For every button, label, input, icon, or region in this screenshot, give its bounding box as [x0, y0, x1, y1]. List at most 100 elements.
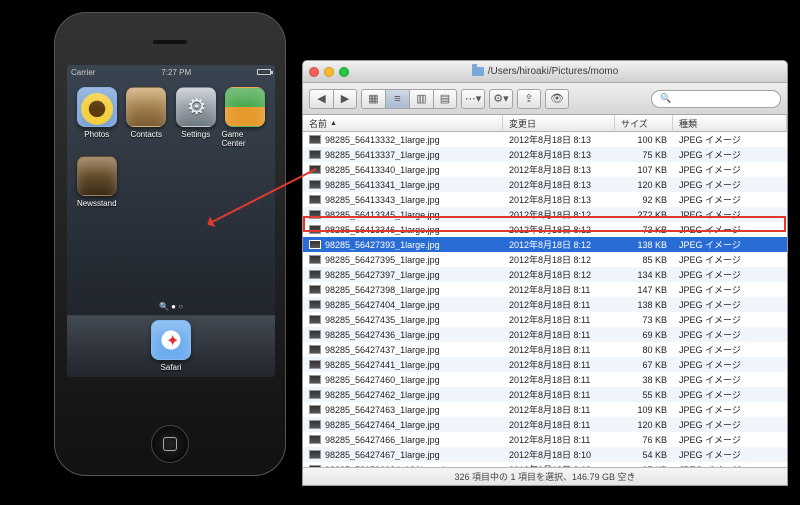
file-thumb-icon — [309, 225, 321, 234]
app-safari[interactable]: Safari — [151, 320, 191, 372]
table-row[interactable]: 98285_56413332_1large.jpg2012年8月18日 8:13… — [303, 132, 787, 147]
table-row[interactable]: 98285_56427463_1large.jpg2012年8月18日 8:11… — [303, 402, 787, 417]
table-row[interactable]: 98285_56413340_1large.jpg2012年8月18日 8:13… — [303, 162, 787, 177]
table-row[interactable]: 98285_56413341_1large.jpg2012年8月18日 8:13… — [303, 177, 787, 192]
view-icons-button[interactable]: ▦ — [361, 89, 385, 109]
app-photos[interactable]: Photos — [73, 87, 121, 148]
table-row[interactable]: 98285_56427435_1large.jpg2012年8月18日 8:11… — [303, 312, 787, 327]
table-row[interactable]: 98285_56427441_1large.jpg 2012年8月18日 8:11… — [303, 357, 787, 372]
table-row[interactable]: 98285_56427466_1large.jpg2012年8月18日 8:11… — [303, 432, 787, 447]
titlebar[interactable]: /Users/hiroaki/Pictures/momo — [303, 61, 787, 83]
file-thumb-icon — [309, 240, 321, 249]
app-label: Contacts — [130, 130, 162, 139]
table-row[interactable]: 98285_56413343_1large.jpg2012年8月18日 8:13… — [303, 192, 787, 207]
file-list[interactable]: 98285_56413332_1large.jpg2012年8月18日 8:13… — [303, 132, 787, 467]
app-label: Settings — [181, 130, 210, 139]
file-kind: JPEG イメージ — [673, 178, 787, 191]
table-row[interactable]: 98285_56427437_1large.jpg2012年8月18日 8:11… — [303, 342, 787, 357]
view-coverflow-button[interactable]: ▤ — [433, 89, 457, 109]
file-size: 73 KB — [615, 315, 673, 325]
table-row[interactable]: 98285_56427462_1large.jpg2012年8月18日 8:11… — [303, 387, 787, 402]
column-kind[interactable]: 種類 — [673, 115, 787, 132]
quicklook-button[interactable]: 👁 — [545, 89, 569, 109]
app-label: Game Center — [222, 130, 270, 148]
home-button[interactable] — [151, 425, 189, 463]
status-time: 7:27 PM — [161, 68, 191, 77]
app-settings[interactable]: Settings — [172, 87, 220, 148]
table-row[interactable]: 98285_56427460_1large.jpg2012年8月18日 8:11… — [303, 372, 787, 387]
file-name: 98285_56427404_1large.jpg — [325, 300, 440, 310]
file-thumb-icon — [309, 285, 321, 294]
iphone-simulator: Carrier 7:27 PM Photos Contacts Settings… — [54, 12, 286, 476]
file-thumb-icon — [309, 135, 321, 144]
file-kind: JPEG イメージ — [673, 298, 787, 311]
table-row[interactable]: 98285_56427395_1large.jpg2012年8月18日 8:12… — [303, 252, 787, 267]
file-kind: JPEG イメージ — [673, 193, 787, 206]
file-name: 98285_56427466_1large.jpg — [325, 435, 440, 445]
file-modified: 2012年8月18日 8:11 — [503, 403, 615, 416]
table-row[interactable]: 98285_56413345_1large.jpg2012年8月18日 8:12… — [303, 207, 787, 222]
file-name: 98285_56427436_1large.jpg — [325, 330, 440, 340]
column-size[interactable]: サイズ — [615, 115, 673, 132]
table-row[interactable]: 98285_56427393_1large.jpg2012年8月18日 8:12… — [303, 237, 787, 252]
column-modified[interactable]: 変更日 — [503, 115, 615, 132]
file-size: 73 KB — [615, 225, 673, 235]
search-icon: 🔍 — [660, 93, 671, 104]
app-label: Newsstand — [77, 199, 117, 208]
file-kind: JPEG イメージ — [673, 283, 787, 296]
table-row[interactable]: 98285_56427404_1large.jpg2012年8月18日 8:11… — [303, 297, 787, 312]
share-button[interactable]: ⇪ — [517, 89, 541, 109]
file-modified: 2012年8月18日 8:13 — [503, 163, 615, 176]
sort-indicator-icon: ▲ — [330, 120, 337, 127]
table-row[interactable]: 98285_56427398_1large.jpg2012年8月18日 8:11… — [303, 282, 787, 297]
file-name: 98285_56427437_1large.jpg — [325, 345, 440, 355]
game-center-icon — [225, 87, 265, 127]
view-buttons: ▦ ≡ ▥ ▤ — [361, 89, 457, 109]
forward-button[interactable]: ▶ — [333, 89, 357, 109]
arrange-button[interactable]: ⋯▾ — [461, 89, 485, 109]
file-modified: 2012年8月18日 8:11 — [503, 358, 615, 371]
table-row[interactable]: 98285_56413337_1large.jpg2012年8月18日 8:13… — [303, 147, 787, 162]
file-thumb-icon — [309, 345, 321, 354]
file-kind: JPEG イメージ — [673, 343, 787, 356]
file-size: 138 KB — [615, 240, 673, 250]
file-modified: 2012年8月18日 8:12 — [503, 223, 615, 236]
back-button[interactable]: ◀ — [309, 89, 333, 109]
view-list-button[interactable]: ≡ — [385, 89, 409, 109]
table-row[interactable]: 98285_56427467_1large.jpg2012年8月18日 8:10… — [303, 447, 787, 462]
action-button[interactable]: ⚙▾ — [489, 89, 513, 109]
iphone-screen[interactable]: Carrier 7:27 PM Photos Contacts Settings… — [67, 65, 275, 377]
newsstand-icon — [77, 156, 117, 196]
file-thumb-icon — [309, 150, 321, 159]
column-name[interactable]: 名前 ▲ — [303, 115, 503, 132]
file-size: 147 KB — [615, 285, 673, 295]
table-row[interactable]: 98285_56427397_1large.jpg2012年8月18日 8:12… — [303, 267, 787, 282]
file-thumb-icon — [309, 360, 321, 369]
folder-icon — [472, 67, 484, 76]
file-size: 120 KB — [615, 180, 673, 190]
app-newsstand[interactable]: Newsstand — [73, 156, 121, 208]
file-kind: JPEG イメージ — [673, 268, 787, 281]
safari-icon — [151, 320, 191, 360]
table-row[interactable]: 98285_56427464_1large.jpg2012年8月18日 8:11… — [303, 417, 787, 432]
file-size: 54 KB — [615, 450, 673, 460]
file-name: 98285_56427441_1large.jpg — [325, 360, 440, 370]
file-size: 100 KB — [615, 135, 673, 145]
file-name: 98285_56413337_1large.jpg — [325, 150, 440, 160]
file-thumb-icon — [309, 450, 321, 459]
view-columns-button[interactable]: ▥ — [409, 89, 433, 109]
page-indicator: 🔍 ● ○ — [67, 302, 275, 311]
finder-window[interactable]: /Users/hiroaki/Pictures/momo ◀ ▶ ▦ ≡ ▥ ▤… — [302, 60, 788, 486]
file-modified: 2012年8月18日 8:13 — [503, 133, 615, 146]
search-input[interactable]: 🔍 — [651, 90, 781, 108]
table-row[interactable]: 98285_56413346_1large.jpg2012年8月18日 8:12… — [303, 222, 787, 237]
app-game-center[interactable]: Game Center — [222, 87, 270, 148]
file-kind: JPEG イメージ — [673, 403, 787, 416]
status-bar: 326 項目中の 1 項目を選択、146.79 GB 空き — [303, 467, 787, 485]
file-modified: 2012年8月18日 8:13 — [503, 178, 615, 191]
file-modified: 2012年8月18日 8:13 — [503, 193, 615, 206]
app-contacts[interactable]: Contacts — [123, 87, 171, 148]
file-size: 92 KB — [615, 195, 673, 205]
file-size: 69 KB — [615, 330, 673, 340]
table-row[interactable]: 98285_56427436_1large.jpg2012年8月18日 8:11… — [303, 327, 787, 342]
